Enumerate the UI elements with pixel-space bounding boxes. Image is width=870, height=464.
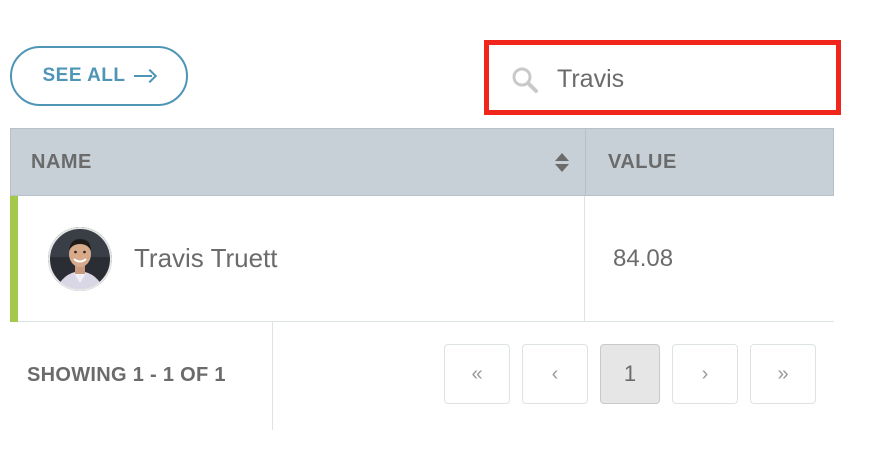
avatar [48, 226, 112, 291]
table-footer: SHOWING 1 - 1 OF 1 « ‹ 1 › » [10, 322, 834, 430]
showing-count: SHOWING 1 - 1 OF 1 [27, 364, 226, 386]
first-page-button[interactable]: « [444, 344, 510, 404]
search-box[interactable] [484, 40, 841, 115]
table-header: NAME VALUE [10, 128, 834, 196]
pagination: « ‹ 1 › » [444, 344, 816, 404]
arrow-right-icon [133, 69, 156, 83]
data-table: NAME VALUE Travis Truett 84.08 [10, 128, 834, 322]
cell-name: Travis Truett [10, 196, 585, 321]
cell-value: 84.08 [585, 196, 834, 321]
see-all-label: SEE ALL [42, 65, 126, 86]
last-page-button[interactable]: » [750, 344, 816, 404]
footer-divider [272, 322, 273, 430]
page-1-button[interactable]: 1 [600, 344, 660, 404]
table-row[interactable]: Travis Truett 84.08 [10, 196, 834, 322]
row-accent-bar [10, 196, 18, 322]
next-page-button[interactable]: › [672, 344, 738, 404]
search-input[interactable] [557, 59, 827, 99]
see-all-button[interactable]: SEE ALL [10, 46, 188, 106]
column-header-value: VALUE [586, 129, 833, 195]
row-value: 84.08 [613, 244, 674, 272]
row-name: Travis Truett [134, 243, 278, 273]
column-header-name-label: NAME [31, 150, 92, 173]
sort-icon[interactable] [555, 152, 569, 172]
column-header-value-label: VALUE [608, 150, 677, 173]
column-header-name[interactable]: NAME [11, 129, 586, 195]
prev-page-button[interactable]: ‹ [522, 344, 588, 404]
search-icon [512, 67, 538, 93]
